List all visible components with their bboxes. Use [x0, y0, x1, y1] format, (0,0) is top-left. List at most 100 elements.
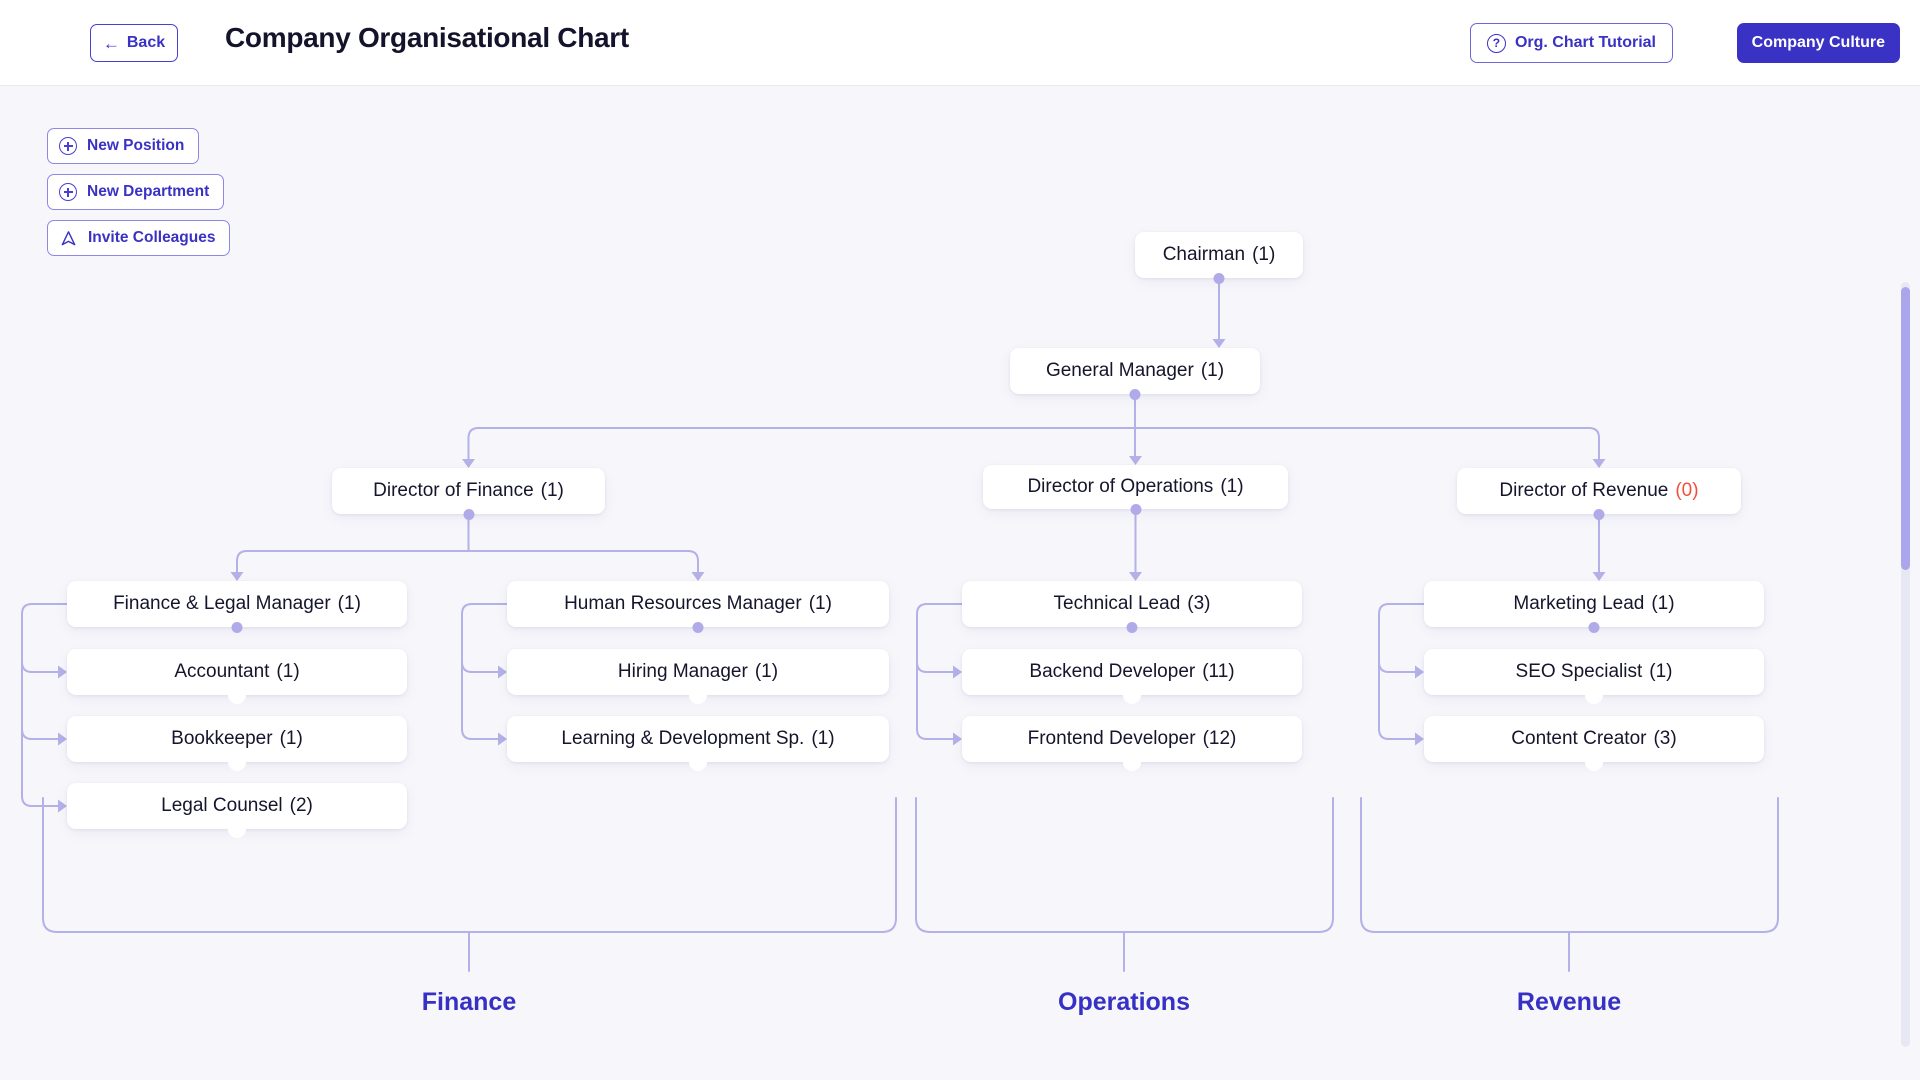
back-button[interactable]: ← Back: [90, 24, 178, 62]
org-node-fin-legal-mgr[interactable]: Finance & Legal Manager (1): [67, 581, 407, 633]
org-chart-app: ← Back Company Organisational Chart ? Or…: [0, 0, 1920, 1080]
node-source-port[interactable]: [1593, 508, 1605, 520]
department-label-operations[interactable]: Operations: [1058, 988, 1190, 1017]
org-node-accountant[interactable]: Accountant (1): [67, 649, 407, 704]
org-chart-canvas[interactable]: New Position New Department Invite Colle…: [0, 86, 1920, 1080]
org-node-tech-lead[interactable]: Technical Lead (3): [962, 581, 1302, 633]
node-source-port[interactable]: [1126, 621, 1138, 633]
connector-rail-branch: [916, 728, 954, 740]
connector-arrowhead-right: [1415, 665, 1424, 679]
page-title: Company Organisational Chart: [225, 22, 629, 53]
connector-rail-branch: [21, 728, 59, 740]
culture-button-label: Company Culture: [1751, 34, 1885, 51]
org-node-headcount: (1): [754, 661, 779, 682]
connector-branch: [467, 550, 699, 573]
node-drag-handle[interactable]: [689, 753, 707, 771]
node-source-port[interactable]: [1213, 272, 1225, 284]
org-node-headcount: (1): [337, 593, 361, 614]
new-position-button[interactable]: New Position: [47, 128, 200, 164]
node-drag-handle[interactable]: [1585, 686, 1603, 704]
org-node-bookkeeper[interactable]: Bookkeeper (1): [67, 716, 407, 771]
department-label-revenue[interactable]: Revenue: [1517, 988, 1621, 1017]
org-node-label: Director of Revenue: [1499, 480, 1669, 501]
org-node-vacancy-count: (0): [1675, 480, 1699, 501]
node-source-port[interactable]: [692, 621, 704, 633]
send-arrow-icon: [61, 230, 76, 245]
connector-arrowhead-down: [691, 572, 705, 581]
org-node-label: Content Creator: [1511, 728, 1647, 749]
chart-toolbar: New Position New Department Invite Colle…: [47, 128, 231, 256]
org-node-label: Accountant: [174, 661, 270, 682]
company-culture-button[interactable]: Company Culture: [1736, 23, 1900, 63]
org-node-backend-dev[interactable]: Backend Developer (11): [962, 649, 1302, 704]
new-department-label: New Department: [87, 183, 210, 200]
node-drag-handle[interactable]: [689, 686, 707, 704]
org-node-headcount: (3): [1187, 593, 1211, 614]
connector-arrowhead-right: [953, 665, 962, 679]
connector-arrowhead-down: [1129, 572, 1142, 581]
org-node-label: General Manager: [1045, 360, 1194, 381]
org-node-frontend-dev[interactable]: Frontend Developer (12): [962, 716, 1302, 771]
org-node-chairman[interactable]: Chairman (1): [1135, 232, 1303, 284]
org-node-dir-revenue[interactable]: Director of Revenue (0): [1457, 468, 1741, 520]
org-node-content-creator[interactable]: Content Creator (3): [1424, 716, 1764, 771]
node-source-port[interactable]: [1130, 503, 1141, 515]
org-chart-tutorial-button[interactable]: ? Org. Chart Tutorial: [1469, 23, 1673, 63]
org-node-seo-specialist[interactable]: SEO Specialist (1): [1424, 649, 1764, 704]
node-source-port[interactable]: [231, 621, 243, 633]
node-drag-handle[interactable]: [228, 753, 246, 771]
vertical-scrollbar-track[interactable]: [1901, 282, 1910, 1047]
org-node-marketing-lead[interactable]: Marketing Lead (1): [1424, 581, 1764, 633]
connector-rail-branch: [461, 661, 499, 673]
org-node-headcount: (1): [811, 728, 835, 749]
org-node-headcount: (12): [1202, 728, 1237, 749]
org-node-headcount: (1): [1651, 593, 1675, 614]
connector-branch: [467, 427, 1136, 460]
org-node-headcount: (1): [1200, 360, 1225, 381]
org-node-hiring-mgr[interactable]: Hiring Manager (1): [507, 649, 889, 704]
org-node-label: SEO Specialist: [1515, 661, 1643, 682]
connector-arrowhead-down: [1129, 456, 1142, 465]
invite-colleagues-label: Invite Colleagues: [88, 229, 216, 246]
invite-colleagues-button[interactable]: Invite Colleagues: [47, 220, 231, 256]
org-node-headcount: (1): [540, 480, 564, 501]
node-drag-handle[interactable]: [228, 820, 246, 838]
node-drag-handle[interactable]: [1585, 753, 1603, 771]
node-drag-handle[interactable]: [1123, 753, 1141, 771]
arrow-left-icon: ←: [102, 33, 120, 53]
org-node-label: Chairman: [1162, 244, 1246, 265]
connector-branch: [1134, 427, 1600, 460]
org-node-legal-counsel[interactable]: Legal Counsel (2): [67, 783, 407, 838]
connector-arrowhead-right: [498, 665, 507, 679]
new-department-button[interactable]: New Department: [47, 174, 225, 210]
connector-arrowhead-down: [1592, 459, 1606, 468]
org-node-hr-mgr[interactable]: Human Resources Manager (1): [507, 581, 889, 633]
node-source-port[interactable]: [463, 508, 474, 520]
org-node-headcount: (11): [1202, 661, 1235, 682]
connector-rail: [461, 603, 508, 730]
node-source-port[interactable]: [1588, 621, 1600, 633]
connector-rail-branch: [916, 661, 954, 673]
org-node-l-and-d[interactable]: Learning & Development Sp. (1): [507, 716, 889, 771]
connector-rail-branch: [21, 661, 59, 673]
new-position-label: New Position: [87, 137, 185, 154]
org-node-headcount: (1): [279, 728, 303, 749]
org-node-dir-finance[interactable]: Director of Finance (1): [332, 468, 605, 520]
node-drag-handle[interactable]: [1123, 686, 1141, 704]
connector-arrowhead-down: [1592, 572, 1606, 581]
connector-arrowhead-right: [58, 732, 67, 746]
connector-arrowhead-right: [953, 732, 962, 746]
org-node-headcount: (1): [1252, 244, 1276, 265]
node-source-port[interactable]: [1129, 388, 1141, 400]
department-label-finance[interactable]: Finance: [422, 988, 516, 1017]
node-drag-handle[interactable]: [228, 686, 246, 704]
connector-arrowhead-down: [1212, 339, 1226, 348]
org-node-label: Director of Finance: [373, 480, 534, 501]
vertical-scrollbar-thumb[interactable]: [1901, 287, 1910, 570]
org-node-headcount: (1): [1220, 476, 1244, 497]
org-node-label: Finance & Legal Manager: [113, 593, 331, 614]
org-node-label: Hiring Manager: [617, 661, 748, 682]
org-node-gm[interactable]: General Manager (1): [1010, 348, 1260, 400]
org-node-dir-operations[interactable]: Director of Operations (1): [983, 465, 1288, 515]
org-node-label: Director of Operations: [1027, 476, 1214, 497]
